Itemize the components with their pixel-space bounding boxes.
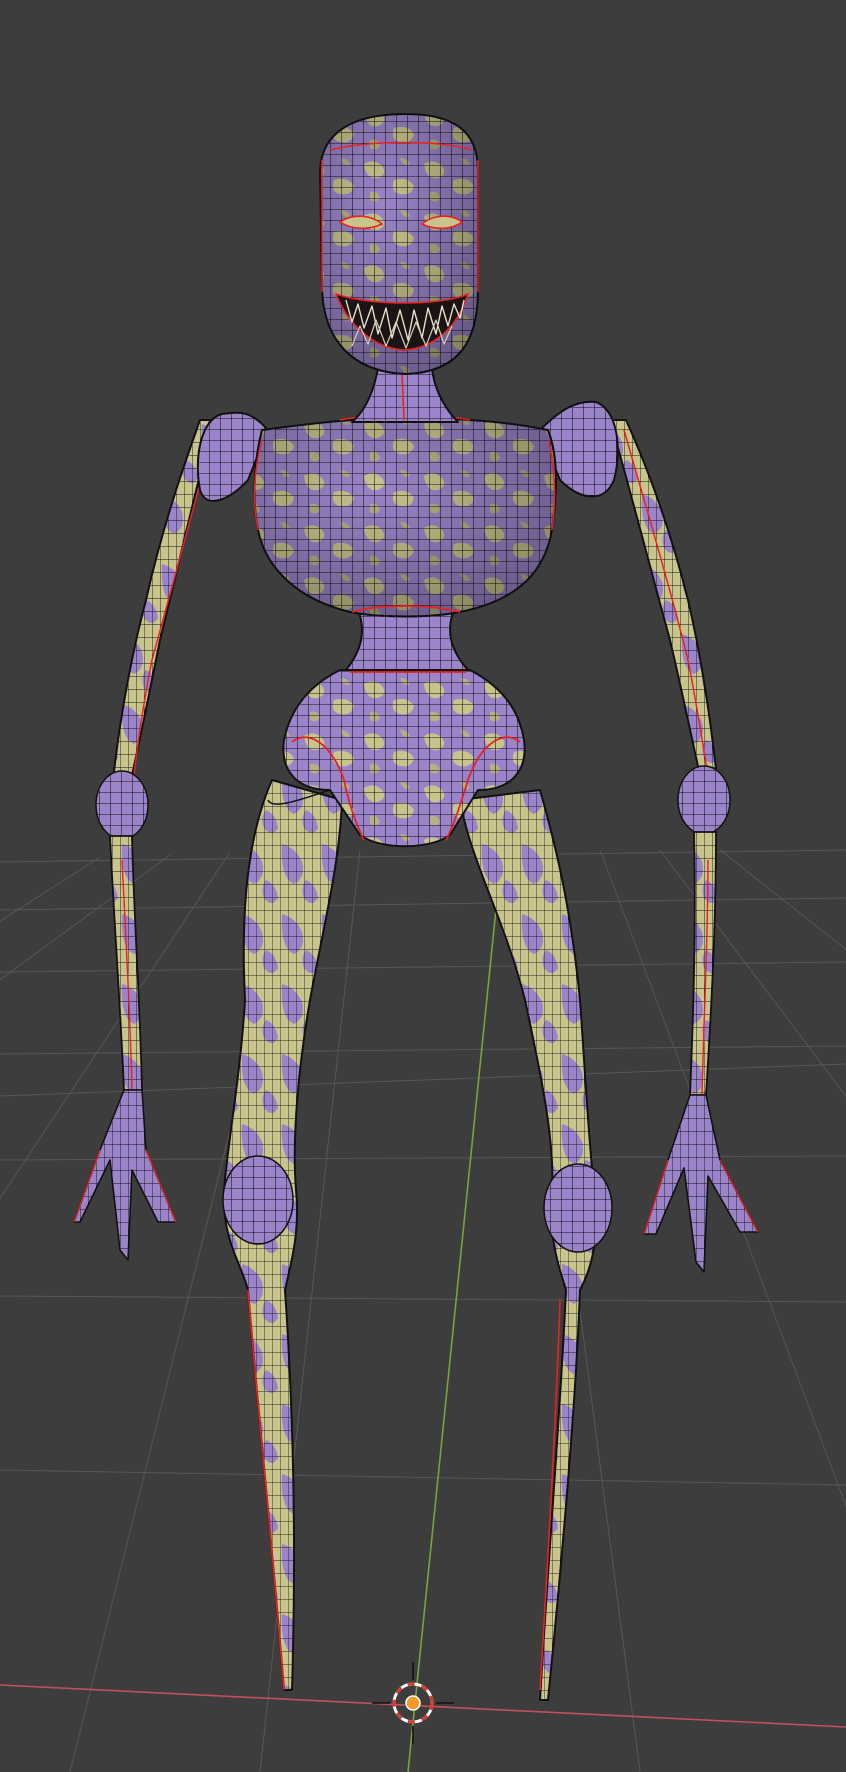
waist xyxy=(345,609,469,673)
viewport-canvas[interactable] xyxy=(0,0,846,1772)
3d-viewport[interactable] xyxy=(0,0,846,1772)
head[interactable] xyxy=(319,113,479,375)
origin-point xyxy=(405,1695,421,1711)
torso[interactable] xyxy=(253,414,557,618)
